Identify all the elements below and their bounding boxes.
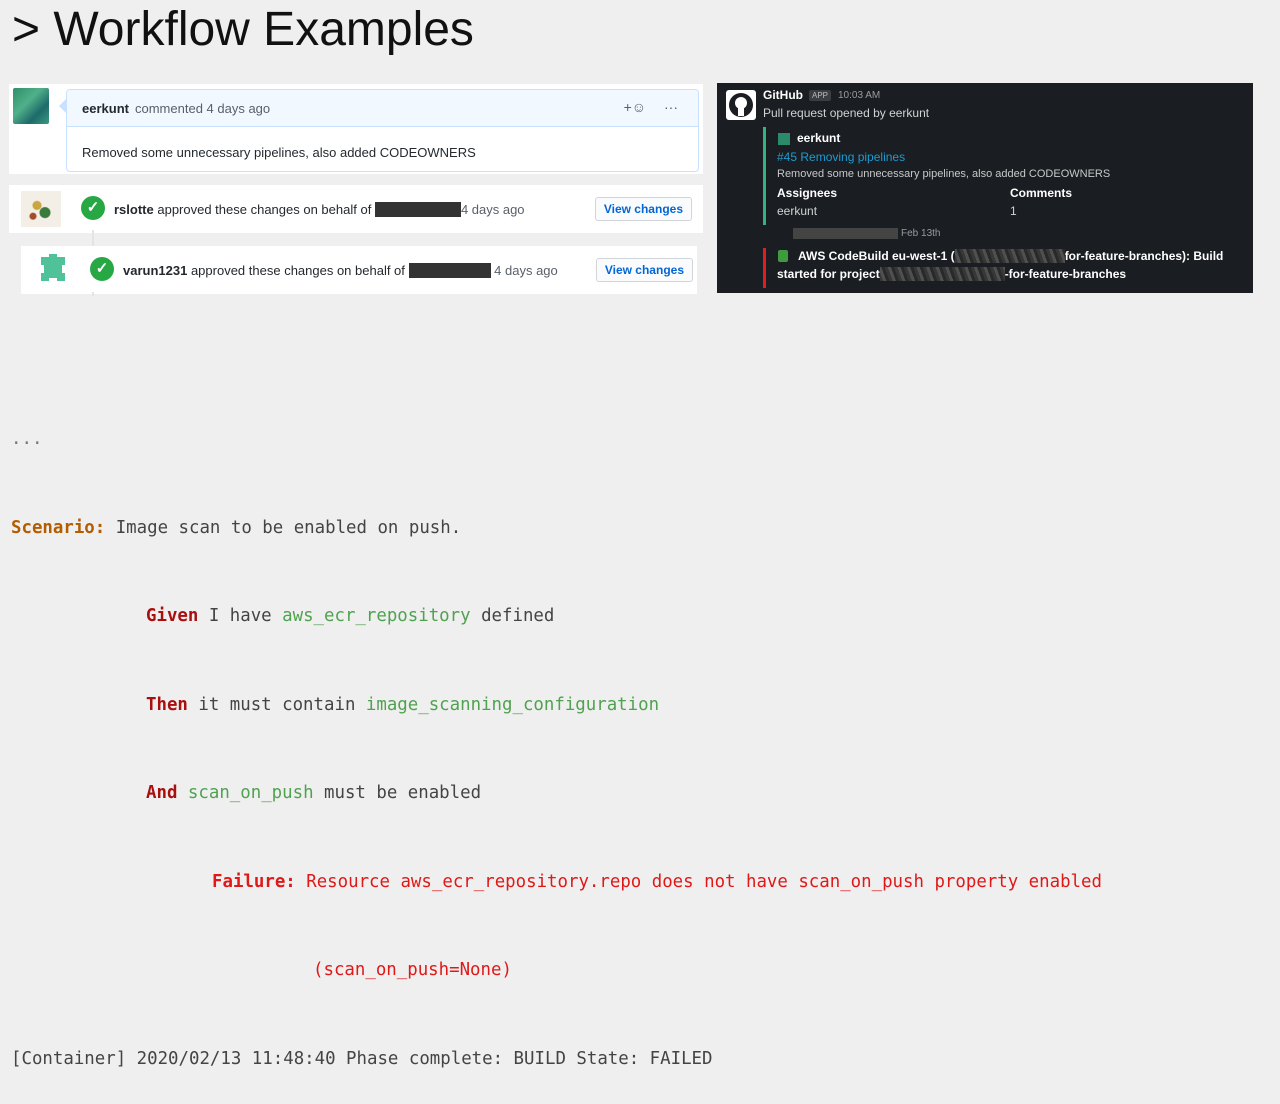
redacted-name xyxy=(793,228,898,239)
comment-box: eerkunt commented 4 days ago +☺ ··· Remo… xyxy=(66,89,699,172)
view-changes-button[interactable]: View changes xyxy=(595,258,693,282)
field-label-assignees: Assignees xyxy=(777,186,838,200)
attachment-bar-failed xyxy=(763,248,766,288)
step-keyword: And xyxy=(146,783,178,803)
redacted-org xyxy=(408,263,491,278)
review-text: rslotte approved these changes on behalf… xyxy=(114,202,525,217)
review-action: approved these changes on behalf of xyxy=(157,202,372,217)
check-icon: ✓ xyxy=(81,196,105,220)
console-ellipsis: ... xyxy=(11,429,43,449)
message-subtitle: Pull request opened by eerkunt xyxy=(763,106,930,120)
avatar[interactable] xyxy=(21,191,61,227)
comment-tools: +☺ ··· xyxy=(610,99,678,115)
failure-message: (scan_on_push=None) xyxy=(313,960,512,980)
more-options-icon[interactable]: ··· xyxy=(664,99,678,115)
step-keyword: Then xyxy=(146,694,188,715)
comment-body: Removed some unnecessary pipelines, also… xyxy=(82,145,476,160)
review-row: ✓ rslotte approved these changes on beha… xyxy=(9,185,703,233)
app-badge: APP xyxy=(809,90,832,101)
attachment-description: Removed some unnecessary pipelines, also… xyxy=(777,168,1111,180)
step-identifier: image_scanning_configuration xyxy=(365,694,660,715)
redacted-org xyxy=(374,202,461,217)
slack-panel: GitHub APP 10:03 AM Pull request opened … xyxy=(717,83,1253,293)
field-value-comments: 1 xyxy=(1010,204,1017,218)
scenario-keyword: Scenario: xyxy=(11,517,106,538)
pr-link[interactable]: #45 Removing pipelines xyxy=(777,150,905,164)
comment-header: eerkunt commented 4 days ago +☺ ··· xyxy=(67,90,698,127)
step-text: I have xyxy=(198,606,283,626)
review-time[interactable]: 4 days ago xyxy=(494,263,558,278)
message-sender[interactable]: GitHub xyxy=(763,88,803,102)
failure-line: Failure: Resource aws_ecr_repository.rep… xyxy=(11,868,1102,898)
github-logo-icon xyxy=(726,90,756,120)
scenario-line: Scenario: Image scan to be enabled on pu… xyxy=(11,514,1102,544)
step-keyword: Given xyxy=(146,606,199,626)
message-time[interactable]: 10:03 AM xyxy=(838,90,880,101)
reviewer-name[interactable]: varun1231 xyxy=(123,263,187,278)
puzzle-avatar-icon xyxy=(41,254,65,281)
step-identifier: scan_on_push xyxy=(187,783,314,803)
step-text: defined xyxy=(470,606,555,626)
step-text xyxy=(177,783,187,803)
codebuild-line: started for project -for-feature-branches xyxy=(777,267,1126,281)
final-status-line: [Container] 2020/02/13 11:48:40 Phase co… xyxy=(11,1048,713,1069)
timeline-line xyxy=(92,292,94,296)
failure-line: (scan_on_push=None) xyxy=(11,956,1102,986)
user-avatar-icon xyxy=(778,133,790,145)
codebuild-icon xyxy=(778,250,788,262)
step-identifier: aws_ecr_repository xyxy=(282,606,471,626)
reviewer-name[interactable]: rslotte xyxy=(114,202,154,217)
redacted-project xyxy=(879,267,1005,281)
github-pr-panel: eerkunt commented 4 days ago +☺ ··· Remo… xyxy=(9,84,703,296)
review-time[interactable]: 4 days ago xyxy=(461,202,525,217)
comment-author[interactable]: eerkunt xyxy=(82,101,129,116)
comment-arrow xyxy=(59,99,66,113)
avatar[interactable] xyxy=(13,88,49,124)
attachment-bar xyxy=(763,127,766,225)
codebuild-text: started for project xyxy=(777,267,880,281)
timeline-line xyxy=(92,230,94,246)
review-action: approved these changes on behalf of xyxy=(190,263,405,278)
step-text: it must contain xyxy=(187,694,366,715)
failure-message: Resource aws_ecr_repository.repo does no… xyxy=(295,871,1102,892)
slide-title: > Workflow Examples xyxy=(12,3,474,56)
console-output: ... Scenario: Image scan to be enabled o… xyxy=(11,366,1102,1104)
comment-meta[interactable]: commented 4 days ago xyxy=(135,101,270,116)
codebuild-line: AWS CodeBuild eu-west-1 ( for-feature-bra… xyxy=(798,249,1223,263)
attachment-user[interactable]: eerkunt xyxy=(797,131,840,145)
redacted-project xyxy=(954,249,1065,263)
view-changes-button[interactable]: View changes xyxy=(594,197,692,221)
message-date[interactable]: Feb 13th xyxy=(901,228,940,239)
github-comment: eerkunt commented 4 days ago +☺ ··· Remo… xyxy=(9,84,703,174)
field-label-comments: Comments xyxy=(1010,186,1073,200)
review-row: ✓ varun1231 approved these changes on be… xyxy=(21,246,697,294)
codebuild-text: -for-feature-branches xyxy=(1004,267,1127,281)
codebuild-text: AWS CodeBuild eu-west-1 ( xyxy=(798,249,955,263)
step-text: must be enabled xyxy=(313,783,482,803)
step-line: Then it must contain image_scanning_conf… xyxy=(11,691,1102,721)
step-line: And scan_on_push must be enabled xyxy=(11,779,1102,809)
step-line: Given I have aws_ecr_repository defined xyxy=(11,602,1102,632)
avatar[interactable] xyxy=(33,252,73,288)
failure-keyword: Failure: xyxy=(212,871,296,892)
scenario-text: Image scan to be enabled on push. xyxy=(105,517,462,538)
check-icon: ✓ xyxy=(90,257,114,281)
add-reaction-icon[interactable]: +☺ xyxy=(624,99,646,115)
field-value-assignees: eerkunt xyxy=(777,204,818,218)
review-text: varun1231 approved these changes on beha… xyxy=(123,263,558,278)
codebuild-text: for-feature-branches): Build xyxy=(1064,249,1224,263)
